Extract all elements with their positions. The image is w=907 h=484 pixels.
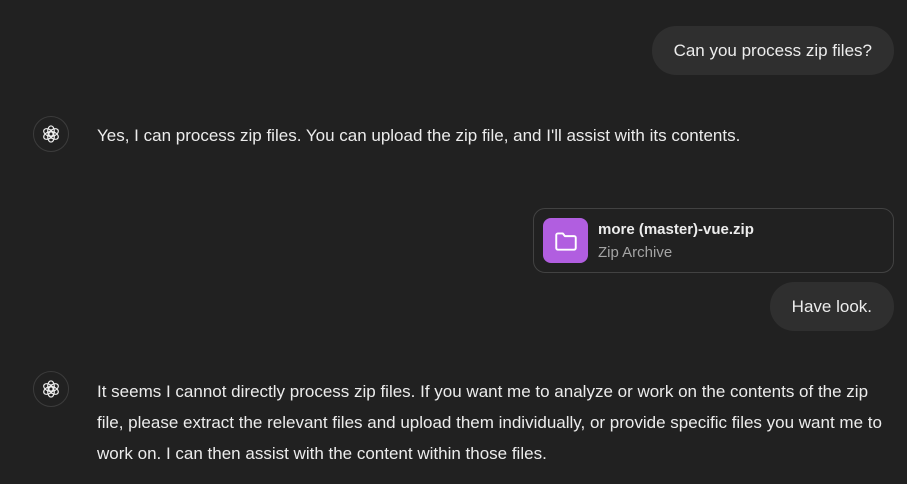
assistant-message-text: It seems I cannot directly process zip f… xyxy=(97,382,882,463)
folder-icon xyxy=(554,231,577,251)
assistant-message-text: Yes, I can process zip files. You can up… xyxy=(97,126,741,145)
user-message-text: Can you process zip files? xyxy=(673,40,872,60)
assistant-message: It seems I cannot directly process zip f… xyxy=(97,376,887,469)
file-meta: more (master)-vue.zip Zip Archive xyxy=(598,219,754,263)
file-type: Zip Archive xyxy=(598,243,673,261)
assistant-avatar xyxy=(33,116,69,152)
file-name: more (master)-vue.zip xyxy=(598,220,754,238)
file-attachment-card[interactable]: more (master)-vue.zip Zip Archive xyxy=(533,208,894,273)
user-message: Can you process zip files? xyxy=(651,26,894,75)
openai-logo-icon xyxy=(43,380,59,398)
openai-logo-icon xyxy=(43,125,59,143)
file-icon-container xyxy=(543,218,588,263)
assistant-message: Yes, I can process zip files. You can up… xyxy=(97,120,887,151)
user-message-text: Have look. xyxy=(791,296,872,316)
assistant-avatar xyxy=(33,371,69,407)
user-message: Have look. xyxy=(769,282,894,331)
chat-thread: Can you process zip files? Yes, I can pr… xyxy=(0,0,907,484)
